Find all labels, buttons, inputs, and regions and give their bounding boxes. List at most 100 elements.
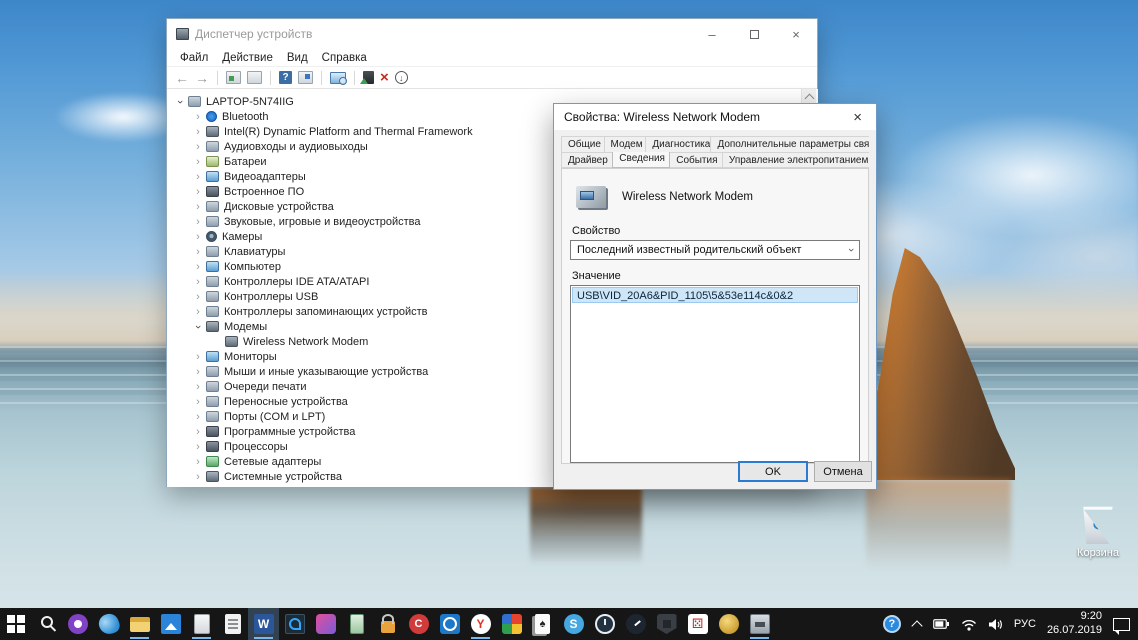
menu-item-3[interactable]: Справка <box>315 52 374 64</box>
taskbar-ccleaner[interactable]: C <box>403 608 434 640</box>
tree-item-label: Bluetooth <box>222 111 268 123</box>
display-adapter-icon <box>206 171 219 182</box>
taskbar-solitaire[interactable]: ♠ <box>527 608 558 640</box>
recycle-bin[interactable]: ↻ Корзина <box>1066 506 1130 559</box>
chevron-collapsed-icon[interactable]: › <box>192 202 204 212</box>
action-pane-icon[interactable] <box>298 71 313 84</box>
close-button[interactable]: × <box>775 19 817 49</box>
taskbar-alarm-clock[interactable] <box>434 608 465 640</box>
get-help-icon[interactable]: ? <box>883 615 901 633</box>
toolbar-separator <box>321 71 322 85</box>
tab-tabrow2-3[interactable]: Управление электропитанием <box>722 152 869 168</box>
dialog-close-icon[interactable]: × <box>849 108 866 127</box>
taskbar-search[interactable] <box>31 608 62 640</box>
taskbar-device-manager[interactable] <box>744 608 775 640</box>
tab-tabrow2-2[interactable]: События <box>669 152 723 168</box>
device-manager-titlebar[interactable]: Диспетчер устройств – × <box>167 19 817 49</box>
disk-icon <box>206 201 219 212</box>
forward-icon[interactable]: → <box>195 71 209 85</box>
language-indicator[interactable]: РУС <box>1014 618 1036 630</box>
minimize-button[interactable]: – <box>691 19 733 49</box>
chevron-collapsed-icon[interactable]: › <box>192 442 204 452</box>
chevron-collapsed-icon[interactable]: › <box>192 472 204 482</box>
chevron-collapsed-icon[interactable]: › <box>192 142 204 152</box>
volume-icon[interactable] <box>988 618 1003 631</box>
taskbar-edge[interactable] <box>93 608 124 640</box>
help-icon[interactable]: ? <box>279 71 292 84</box>
action-center-icon[interactable] <box>1113 618 1130 631</box>
chevron-expanded-icon[interactable]: › <box>175 96 185 108</box>
update-driver-icon[interactable] <box>363 71 374 84</box>
back-icon[interactable]: ← <box>175 71 189 85</box>
taskbar-usb-utility[interactable] <box>341 608 372 640</box>
chevron-collapsed-icon[interactable]: › <box>192 157 204 167</box>
clock[interactable]: 9:20 26.07.2019 <box>1047 610 1102 638</box>
taskbar-clock[interactable] <box>589 608 620 640</box>
chevron-collapsed-icon[interactable]: › <box>192 382 204 392</box>
taskbar-unlocker[interactable] <box>372 608 403 640</box>
tab-tabrow2-1[interactable]: Сведения <box>612 152 670 168</box>
tab-tabrow1-2[interactable]: Диагностика <box>645 136 711 152</box>
value-list-item-selected[interactable]: USB\VID_20A6&PID_1105\5&53e114c&0&2 <box>572 287 858 303</box>
taskbar-yandex-browser[interactable]: Y <box>465 608 496 640</box>
taskbar-word[interactable]: W <box>248 608 279 640</box>
taskbar-notepad[interactable] <box>186 608 217 640</box>
chevron-collapsed-icon[interactable]: › <box>192 277 204 287</box>
uninstall-device-icon[interactable]: × <box>380 70 389 85</box>
chevron-collapsed-icon[interactable]: › <box>192 247 204 257</box>
taskbar-game-dice[interactable]: ⚄ <box>682 608 713 640</box>
property-select[interactable]: Последний известный родительский объект … <box>570 240 860 260</box>
chevron-down-icon: › <box>845 248 857 252</box>
taskbar-calculator[interactable] <box>217 608 248 640</box>
chevron-collapsed-icon[interactable]: › <box>192 262 204 272</box>
chevron-collapsed-icon[interactable]: › <box>192 397 204 407</box>
taskbar-cortana[interactable] <box>62 608 93 640</box>
hidden-icons-chevron-icon[interactable] <box>912 619 922 629</box>
chevron-collapsed-icon[interactable]: › <box>192 412 204 422</box>
chevron-collapsed-icon[interactable]: › <box>192 457 204 467</box>
taskbar-gold-badge[interactable] <box>713 608 744 640</box>
chevron-collapsed-icon[interactable]: › <box>192 427 204 437</box>
disable-device-icon[interactable]: ↓ <box>395 71 408 84</box>
value-listbox[interactable]: USB\VID_20A6&PID_1105\5&53e114c&0&2 <box>570 285 860 463</box>
world-of-tanks-icon <box>657 614 677 634</box>
battery-icon[interactable] <box>933 618 950 630</box>
chevron-collapsed-icon[interactable]: › <box>192 352 204 362</box>
menu-item-0[interactable]: Файл <box>173 52 215 64</box>
taskbar-world-of-tanks[interactable] <box>651 608 682 640</box>
chevron-collapsed-icon[interactable]: › <box>192 112 204 122</box>
menu-item-1[interactable]: Действие <box>215 52 280 64</box>
chevron-collapsed-icon[interactable]: › <box>192 367 204 377</box>
cancel-button[interactable]: Отмена <box>814 461 872 482</box>
taskbar-file-explorer[interactable] <box>124 608 155 640</box>
dialog-titlebar[interactable]: Свойства: Wireless Network Modem × <box>554 104 876 130</box>
tab-tabrow2-0[interactable]: Драйвер <box>561 152 613 168</box>
taskbar-photos[interactable] <box>155 608 186 640</box>
tab-tabrow1-1[interactable]: Модем <box>604 136 647 152</box>
tab-tabrow1-3[interactable]: Дополнительные параметры связи <box>710 136 869 152</box>
tab-tabrow1-0[interactable]: Общие <box>561 136 605 152</box>
maximize-button[interactable] <box>733 19 775 49</box>
wifi-icon[interactable] <box>961 618 977 631</box>
chevron-expanded-icon[interactable]: › <box>193 321 203 333</box>
audio-icon <box>206 216 219 227</box>
taskbar-rubiks-cube[interactable] <box>496 608 527 640</box>
menu-item-2[interactable]: Вид <box>280 52 315 64</box>
chevron-collapsed-icon[interactable]: › <box>192 217 204 227</box>
taskbar-photoshop[interactable] <box>279 608 310 640</box>
chevron-collapsed-icon[interactable]: › <box>192 292 204 302</box>
chevron-collapsed-icon[interactable]: › <box>192 232 204 242</box>
taskbar-speedtest[interactable] <box>620 608 651 640</box>
chevron-collapsed-icon[interactable]: › <box>192 127 204 137</box>
ok-button[interactable]: OK <box>738 461 808 482</box>
scrollbar-up-icon[interactable] <box>805 93 814 102</box>
chevron-collapsed-icon[interactable]: › <box>192 172 204 182</box>
scan-hardware-changes-icon[interactable] <box>330 72 346 84</box>
taskbar-paint-3d[interactable] <box>310 608 341 640</box>
console-tree-icon[interactable] <box>226 71 241 84</box>
chevron-collapsed-icon[interactable]: › <box>192 307 204 317</box>
properties-icon[interactable] <box>247 71 262 84</box>
taskbar-skype[interactable]: S <box>558 608 589 640</box>
taskbar-start[interactable] <box>0 608 31 640</box>
chevron-collapsed-icon[interactable]: › <box>192 187 204 197</box>
